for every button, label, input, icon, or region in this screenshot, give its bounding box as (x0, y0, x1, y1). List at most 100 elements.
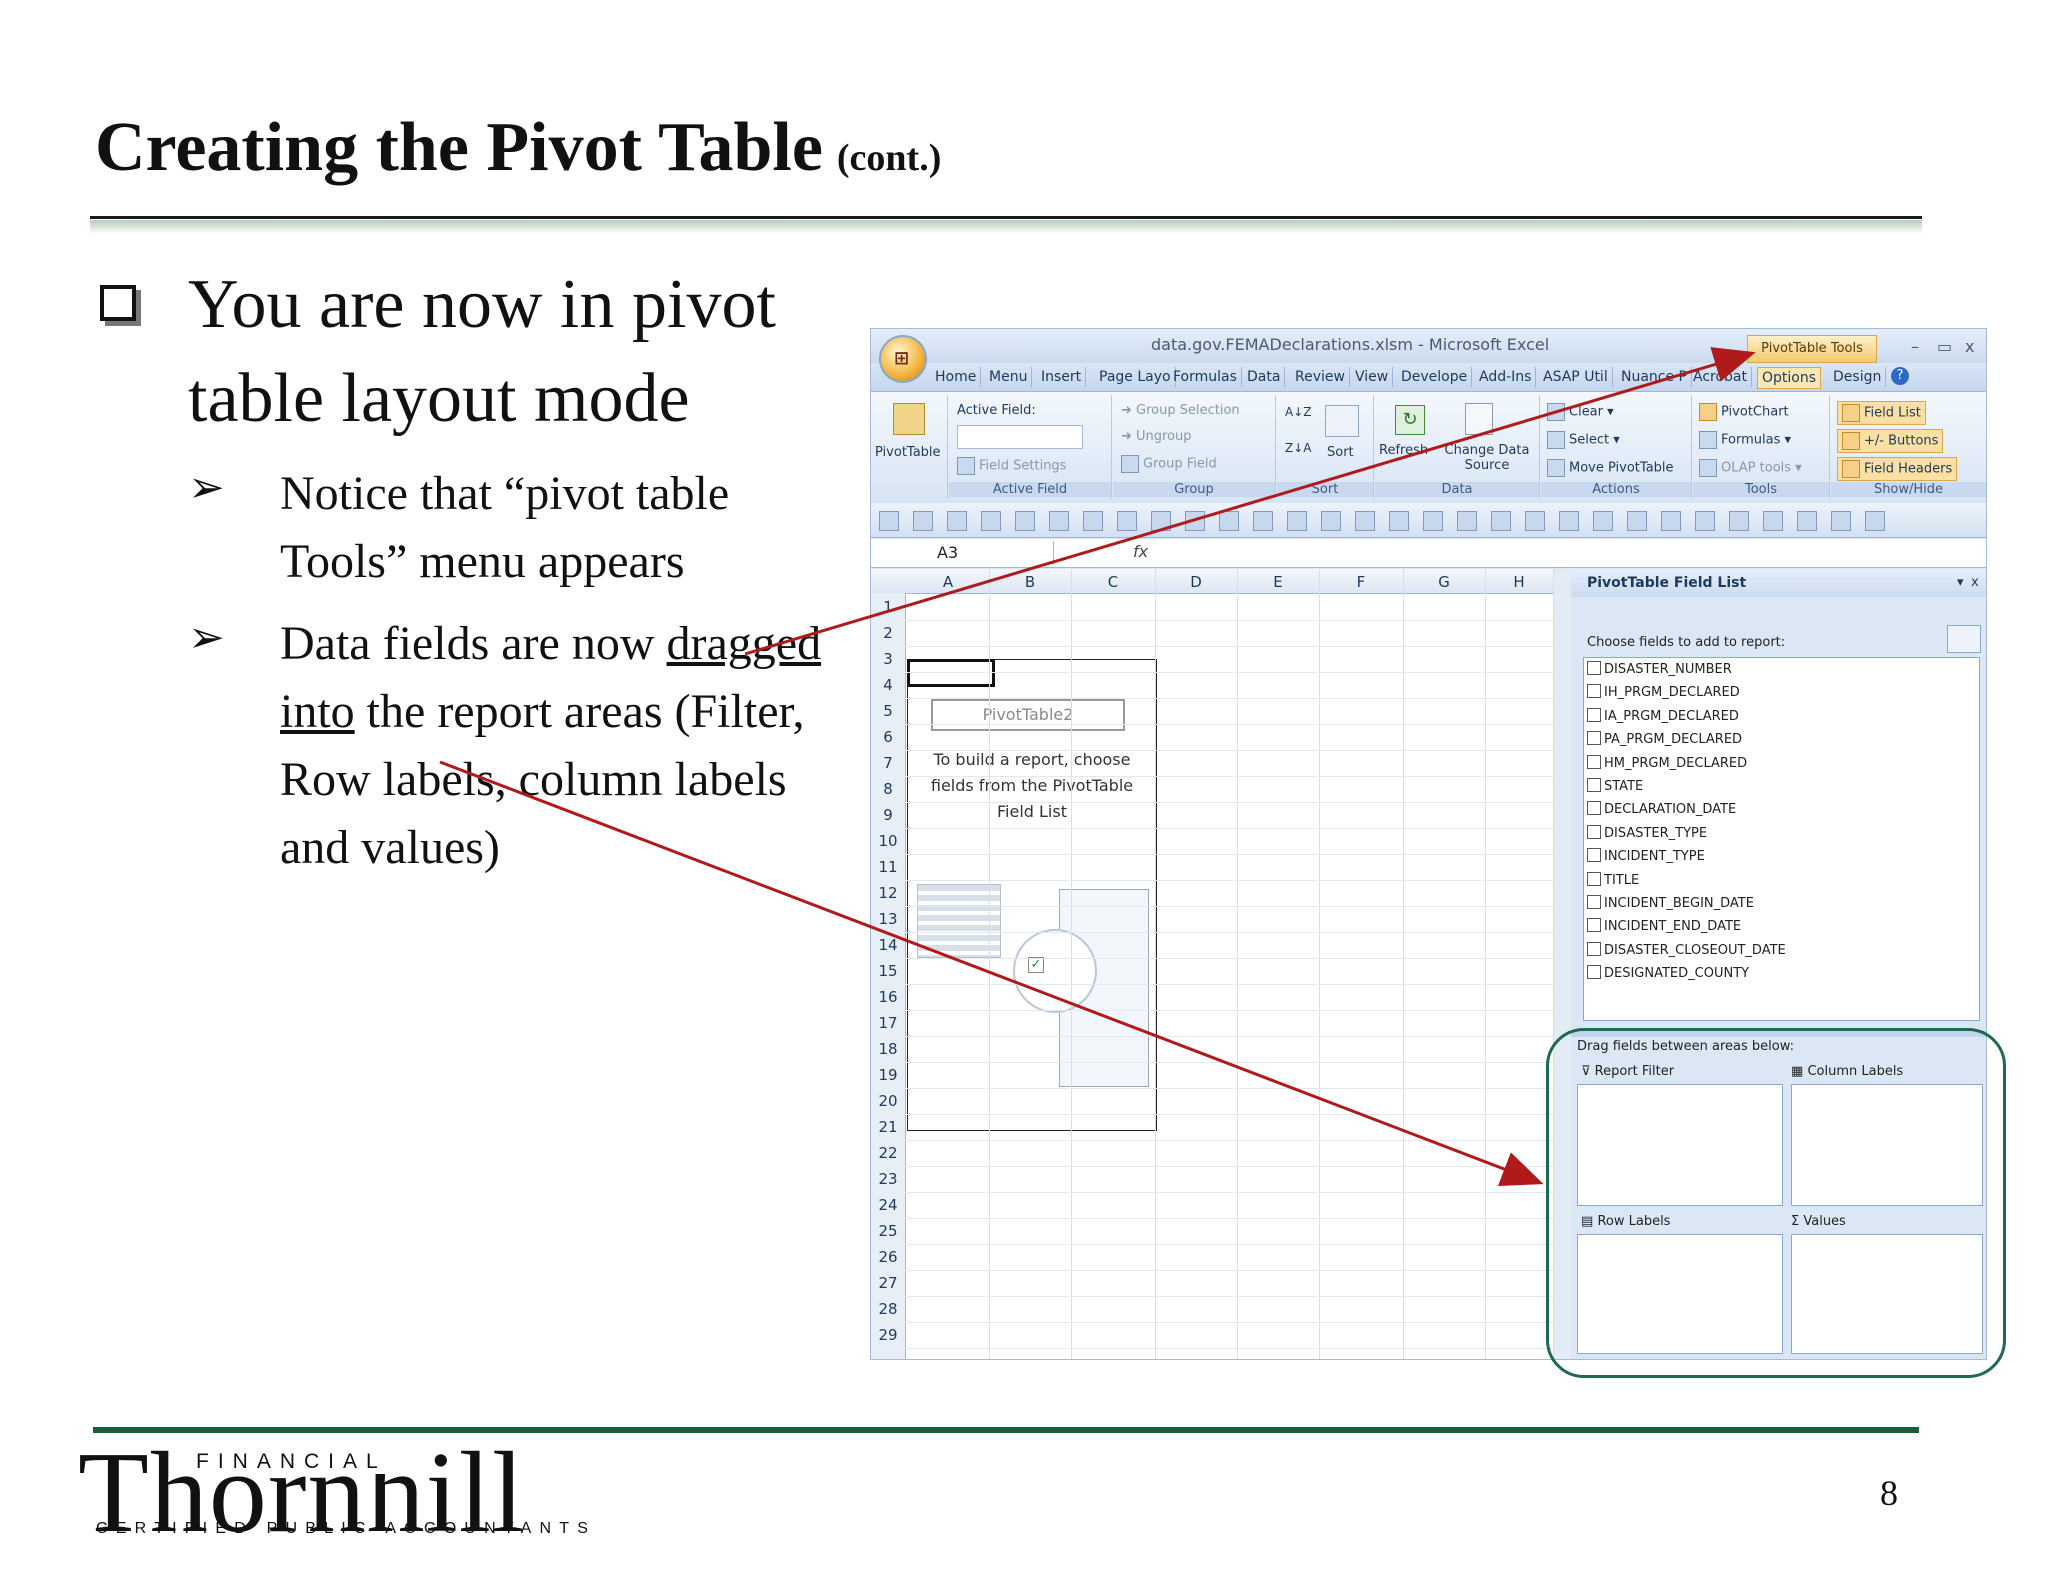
group-field-button[interactable]: Group Field (1121, 455, 1217, 473)
toolbar-icon[interactable] (1083, 511, 1103, 531)
field-checkbox[interactable] (1587, 941, 1601, 956)
row-header-9[interactable]: 9 (871, 803, 905, 827)
tab-asap-util[interactable]: ASAP Util (1539, 367, 1613, 387)
toolbar-icon[interactable] (1287, 511, 1307, 531)
row-header-18[interactable]: 18 (871, 1037, 905, 1061)
toolbar-icon[interactable] (1015, 511, 1035, 531)
toolbar-icon[interactable] (879, 511, 899, 531)
row-header-10[interactable]: 10 (871, 829, 905, 853)
select-button[interactable]: Select ▾ (1547, 431, 1620, 449)
sort-za-icon[interactable]: Z↓A (1285, 441, 1311, 455)
field-item[interactable]: DECLARATION_DATE (1587, 801, 1736, 817)
field-checkbox[interactable] (1587, 778, 1601, 792)
column-header-b[interactable]: B (989, 573, 1071, 591)
toolbar-icon[interactable] (1117, 511, 1137, 531)
office-button[interactable]: ⊞ (879, 335, 927, 383)
toolbar-icon[interactable] (1253, 511, 1273, 531)
column-header-f[interactable]: F (1319, 573, 1403, 591)
field-checkbox[interactable] (1587, 707, 1601, 722)
toolbar-icon[interactable] (1355, 511, 1375, 531)
toolbar-icon[interactable] (1185, 511, 1205, 531)
tab-options[interactable]: Options (1757, 367, 1822, 389)
field-item[interactable]: INCIDENT_TYPE (1587, 848, 1705, 864)
toolbar-icon[interactable] (1729, 511, 1749, 531)
field-item[interactable]: INCIDENT_END_DATE (1587, 918, 1741, 934)
field-checkbox[interactable] (1587, 754, 1601, 769)
row-header-2[interactable]: 2 (871, 621, 905, 645)
sort-button[interactable]: Sort (1327, 445, 1354, 460)
tab-add-ins[interactable]: Add-Ins (1475, 367, 1537, 387)
toolbar-icon[interactable] (1627, 511, 1647, 531)
pane-close-icon[interactable]: x (1971, 575, 1979, 590)
tab-view[interactable]: View (1351, 367, 1394, 387)
tab-data[interactable]: Data (1243, 367, 1286, 387)
toolbar-icon[interactable] (1865, 511, 1885, 531)
toolbar-icon[interactable] (1695, 511, 1715, 531)
row-header-29[interactable]: 29 (871, 1323, 905, 1347)
field-item[interactable]: HM_PRGM_DECLARED (1587, 754, 1747, 771)
row-header-19[interactable]: 19 (871, 1063, 905, 1087)
name-box[interactable]: A3 (873, 541, 1054, 565)
selected-cell-a3[interactable] (907, 659, 995, 687)
field-checkbox[interactable] (1587, 848, 1601, 863)
row-header-14[interactable]: 14 (871, 933, 905, 957)
row-header-6[interactable]: 6 (871, 725, 905, 749)
toolbar-icon[interactable] (947, 511, 967, 531)
pivottable-button[interactable]: PivotTable (875, 445, 941, 460)
toolbar-icon[interactable] (981, 511, 1001, 531)
field-item[interactable]: DISASTER_NUMBER (1587, 661, 1732, 677)
active-field-input[interactable] (957, 425, 1083, 449)
toolbar-icon[interactable] (1831, 511, 1851, 531)
tab-menu[interactable]: Menu (985, 367, 1033, 387)
row-header-21[interactable]: 21 (871, 1115, 905, 1139)
field-checkbox[interactable] (1587, 731, 1601, 746)
tab-home[interactable]: Home (931, 367, 982, 387)
field-checkbox[interactable] (1587, 661, 1601, 675)
row-header-27[interactable]: 27 (871, 1271, 905, 1295)
formulas-button[interactable]: Formulas ▾ (1699, 431, 1791, 449)
olap-tools-button[interactable]: OLAP tools ▾ (1699, 459, 1802, 477)
tab-design[interactable]: Design (1829, 367, 1887, 387)
field-checkbox[interactable] (1587, 824, 1601, 839)
tab-insert[interactable]: Insert (1037, 367, 1087, 387)
field-item[interactable]: IH_PRGM_DECLARED (1587, 684, 1740, 700)
pivottable-tools-tab[interactable]: PivotTable Tools (1747, 335, 1877, 363)
column-header-h[interactable]: H (1485, 573, 1553, 591)
row-header-1[interactable]: 1 (871, 595, 905, 619)
toolbar-icon[interactable] (1049, 511, 1069, 531)
pivotchart-button[interactable]: PivotChart (1699, 403, 1789, 421)
row-header-7[interactable]: 7 (871, 751, 905, 775)
toolbar-icon[interactable] (1423, 511, 1443, 531)
minimize-button[interactable]: – (1911, 337, 1919, 356)
toolbar-icon[interactable] (1763, 511, 1783, 531)
toolbar-icon[interactable] (913, 511, 933, 531)
field-checkbox[interactable] (1587, 918, 1601, 933)
tab-developer[interactable]: Develope (1397, 367, 1473, 387)
move-pivottable-button[interactable]: Move PivotTable (1547, 459, 1674, 477)
fx-icon[interactable]: fx (1133, 542, 1148, 561)
field-settings-button[interactable]: Field Settings (957, 457, 1066, 475)
column-header-g[interactable]: G (1403, 573, 1485, 591)
field-item[interactable]: DESIGNATED_COUNTY (1587, 965, 1749, 981)
row-header-17[interactable]: 17 (871, 1011, 905, 1035)
field-headers-button[interactable]: Field Headers (1837, 457, 1958, 481)
toolbar-icon[interactable] (1593, 511, 1613, 531)
column-header-a[interactable]: A (907, 573, 989, 591)
toolbar-icon[interactable] (1661, 511, 1681, 531)
refresh-button[interactable]: Refresh (1379, 443, 1428, 458)
field-checkbox[interactable] (1587, 871, 1601, 886)
toolbar-icon[interactable] (1525, 511, 1545, 531)
row-header-24[interactable]: 24 (871, 1193, 905, 1217)
field-checkbox[interactable] (1587, 801, 1601, 816)
row-header-12[interactable]: 12 (871, 881, 905, 905)
row-header-25[interactable]: 25 (871, 1219, 905, 1243)
toolbar-icon[interactable] (1151, 511, 1171, 531)
plus-minus-buttons-button[interactable]: +/- Buttons (1837, 429, 1944, 453)
column-header-c[interactable]: C (1071, 573, 1155, 591)
toolbar-icon[interactable] (1797, 511, 1817, 531)
row-header-26[interactable]: 26 (871, 1245, 905, 1269)
tab-acrobat[interactable]: Acrobat (1689, 367, 1752, 387)
close-button[interactable]: x (1965, 337, 1974, 356)
row-header-8[interactable]: 8 (871, 777, 905, 801)
column-header-e[interactable]: E (1237, 573, 1319, 591)
